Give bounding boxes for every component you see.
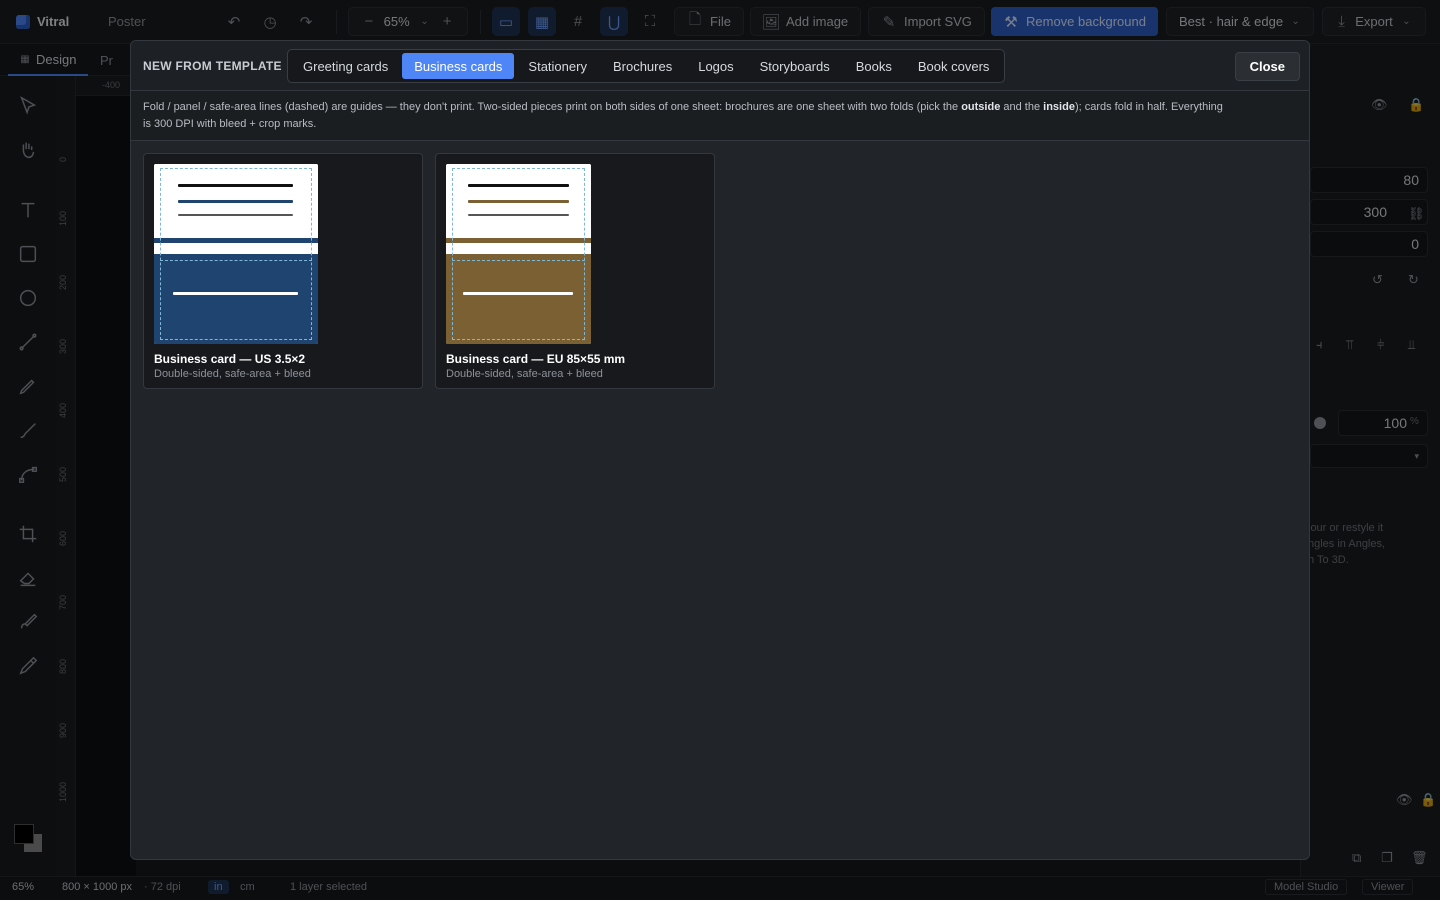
- tab-stationery[interactable]: Stationery: [516, 53, 599, 79]
- template-title: Business card — US 3.5×2: [154, 352, 306, 366]
- dialog-title: NEW FROM TEMPLATE: [143, 59, 282, 73]
- template-subtitle: Double-sided, safe-area + bleed: [154, 368, 311, 380]
- tab-business-cards[interactable]: Business cards: [402, 53, 515, 79]
- template-category-tabs: Greeting cards Business cards Stationery Br…: [287, 49, 1006, 83]
- tab-books[interactable]: Books: [844, 53, 904, 79]
- dialog-header: NEW FROM TEMPLATE Greeting cards Business…: [131, 41, 1309, 91]
- safe-area-guide: [160, 168, 312, 340]
- template-card-eu[interactable]: Business card — EU 85×55 mm Double-sided…: [435, 153, 715, 389]
- dialog-note: Fold / panel / safe-area lines (dashed) …: [131, 91, 1309, 141]
- tab-brochures[interactable]: Brochures: [601, 53, 684, 79]
- tab-greeting-cards[interactable]: Greeting cards: [291, 53, 400, 79]
- template-card-us[interactable]: Business card — US 3.5×2 Double-sided, s…: [143, 153, 423, 389]
- safe-area-guide: [160, 260, 312, 261]
- template-thumbnail: [154, 164, 318, 344]
- tab-book-covers[interactable]: Book covers: [906, 53, 1002, 79]
- safe-area-guide: [452, 168, 585, 340]
- safe-area-guide: [452, 260, 585, 261]
- close-button[interactable]: Close: [1234, 52, 1300, 81]
- template-subtitle: Double-sided, safe-area + bleed: [446, 368, 603, 380]
- template-title: Business card — EU 85×55 mm: [446, 352, 626, 366]
- tab-logos[interactable]: Logos: [686, 53, 745, 79]
- template-dialog: NEW FROM TEMPLATE Greeting cards Business…: [130, 40, 1310, 860]
- template-thumbnail: [446, 164, 591, 344]
- app-root: Vitral Poster ↶ ◷ ↷ − 65% ⌄ + ▭ ▦ # ⋃ ⛶ …: [0, 0, 1440, 900]
- tab-storyboards[interactable]: Storyboards: [748, 53, 842, 79]
